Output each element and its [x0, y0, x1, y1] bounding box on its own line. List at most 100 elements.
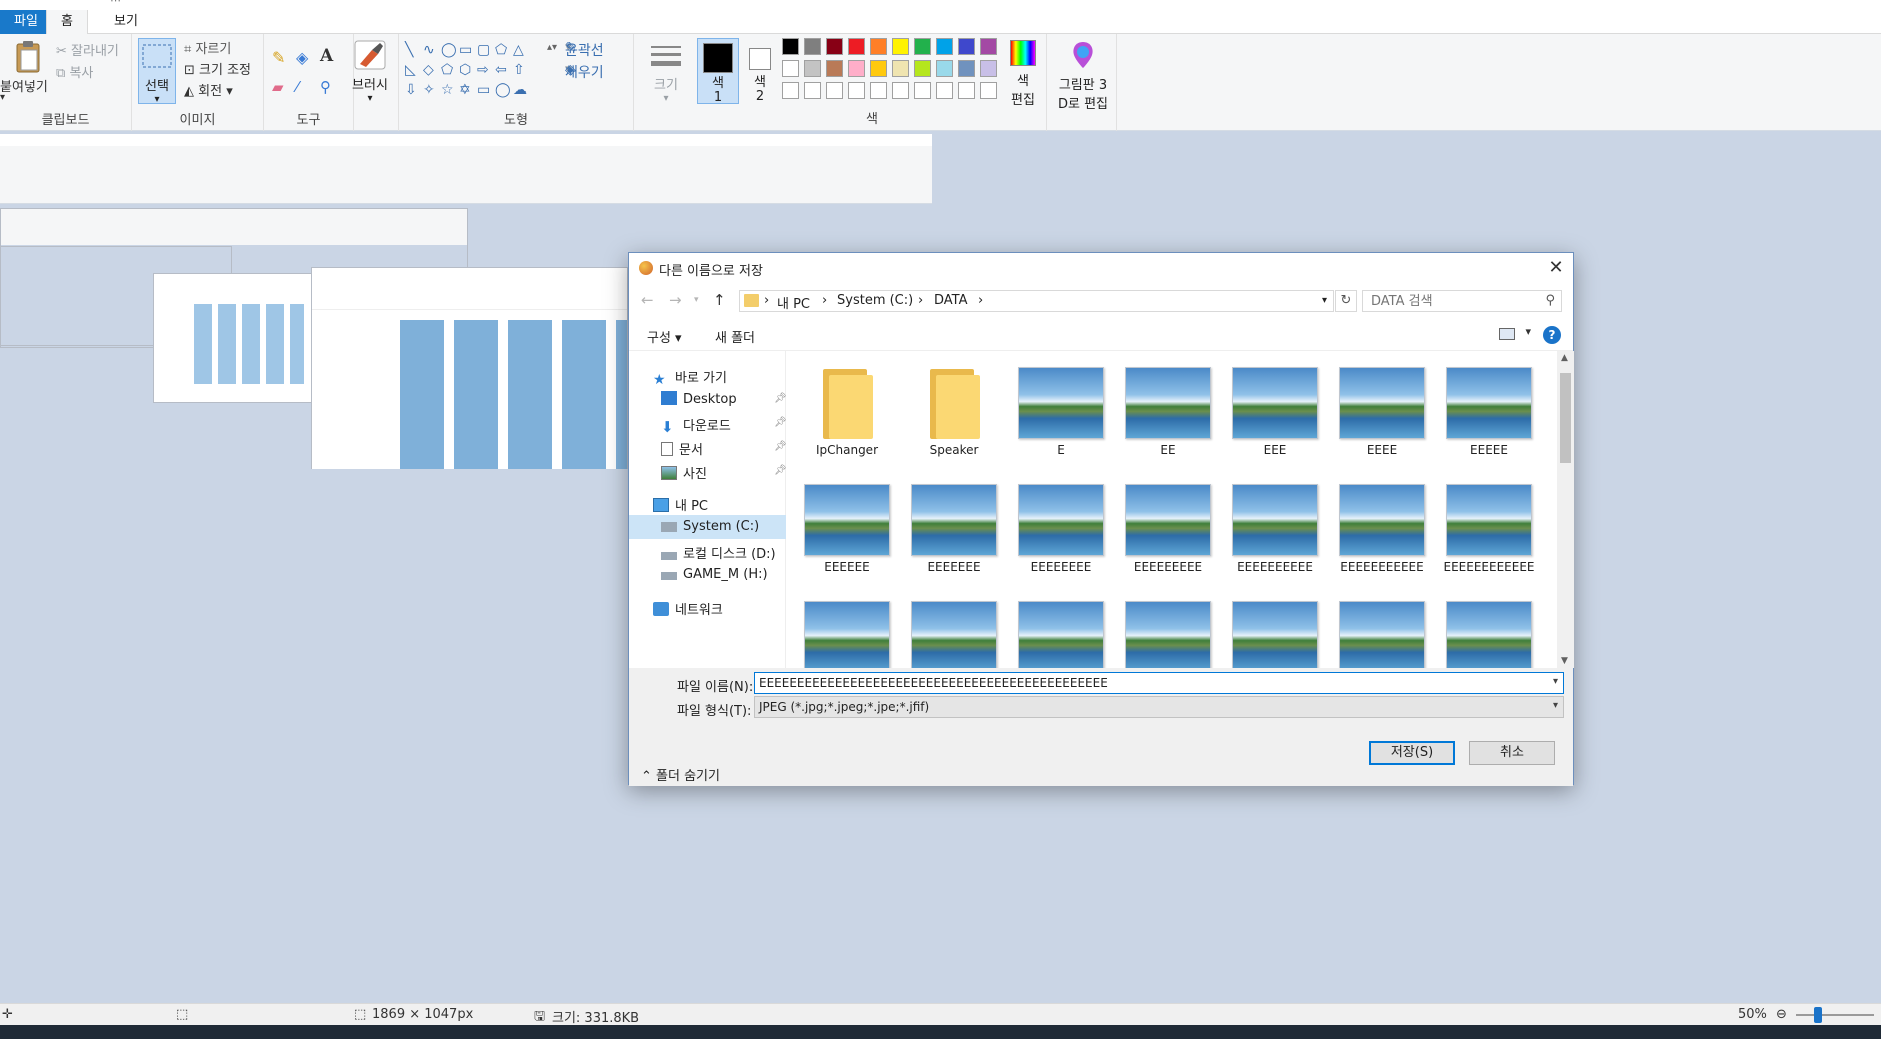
image-file-item[interactable]	[1013, 601, 1109, 668]
breadcrumb-separator-icon[interactable]: ›	[764, 293, 769, 308]
line-shape-icon[interactable]: ╲	[405, 42, 413, 58]
palette-swatch[interactable]	[782, 60, 799, 77]
filetype-select[interactable]: JPEG (*.jpg;*.jpeg;*.jpe;*.jfif) ▾	[754, 696, 1564, 718]
curve-shape-icon[interactable]: ∿	[423, 42, 435, 58]
filetype-dropdown-icon[interactable]: ▾	[1553, 700, 1558, 711]
palette-swatch[interactable]	[892, 60, 909, 77]
color-picker-icon[interactable]: ⁄	[296, 78, 299, 96]
help-button[interactable]: ?	[1543, 326, 1561, 344]
image-file-item[interactable]: EEE	[1227, 367, 1323, 457]
tab-view[interactable]: 보기	[100, 10, 152, 34]
palette-swatch[interactable]	[936, 82, 953, 99]
breadcrumb-separator-icon[interactable]: ›	[918, 293, 923, 308]
address-bar[interactable]: › 내 PC › System (C:) › DATA › ▾	[739, 290, 1334, 312]
forward-arrow-icon[interactable]: →	[669, 291, 682, 309]
organize-menu[interactable]: 구성 ▾	[647, 327, 682, 346]
cancel-button[interactable]: 취소	[1469, 741, 1555, 765]
breadcrumb-separator-icon[interactable]: ›	[822, 293, 827, 308]
outline-button[interactable]: ✎ 윤곽선 ▾	[565, 40, 604, 59]
palette-swatch[interactable]	[848, 82, 865, 99]
rectangle-shape-icon[interactable]: ▭	[459, 42, 472, 58]
scroll-up-icon[interactable]: ▲	[1561, 353, 1568, 363]
image-file-item[interactable]	[1227, 601, 1323, 668]
hexagon-shape-icon[interactable]: ⬡	[459, 62, 471, 78]
callout-oval-shape-icon[interactable]: ◯	[495, 82, 511, 98]
image-file-item[interactable]: EEEEEEEE	[1013, 484, 1109, 574]
palette-swatch[interactable]	[958, 60, 975, 77]
nav-this-pc[interactable]: 내 PC	[653, 495, 708, 514]
nav-desktop[interactable]: Desktop	[661, 391, 737, 407]
nav-system-c[interactable]: System (C:)	[629, 515, 786, 539]
pencil-icon[interactable]: ✎	[272, 48, 285, 67]
palette-swatch[interactable]	[848, 60, 865, 77]
six-star-shape-icon[interactable]: ✡	[459, 82, 471, 98]
back-arrow-icon[interactable]: ←	[641, 291, 654, 309]
select-button[interactable]: 선택 ▾	[138, 38, 176, 105]
palette-swatch[interactable]	[826, 82, 843, 99]
view-options-icon[interactable]	[1499, 328, 1515, 340]
image-file-item[interactable]: EEEEEE	[799, 484, 895, 574]
pin-icon[interactable]: 📌︎	[774, 465, 787, 476]
close-button[interactable]: ✕	[1543, 255, 1569, 281]
polygon-shape-icon[interactable]: ⬠	[495, 42, 507, 58]
folder-item[interactable]: IpChanger	[799, 367, 895, 457]
five-star-shape-icon[interactable]: ☆	[441, 82, 454, 98]
pin-icon[interactable]: 📌︎	[774, 393, 787, 404]
crop-button[interactable]: ⌗ 자르기	[184, 38, 231, 57]
scroll-down-icon[interactable]: ▼	[1561, 656, 1568, 666]
image-file-item[interactable]: EEEEEEEEEEEE	[1441, 484, 1537, 574]
address-dropdown-icon[interactable]: ▾	[1322, 295, 1327, 306]
image-file-item[interactable]: EEEEEEEEEEE	[1334, 484, 1430, 574]
nav-game-h[interactable]: GAME_M (H:)	[661, 567, 768, 582]
image-file-item[interactable]: EE	[1120, 367, 1216, 457]
image-file-item[interactable]	[1334, 601, 1430, 668]
paste-label[interactable]: 붙여넣기	[0, 76, 48, 95]
cut-button[interactable]: ✂ 잘라내기	[56, 40, 119, 59]
palette-swatch[interactable]	[936, 38, 953, 55]
palette-swatch[interactable]	[980, 60, 997, 77]
palette-swatch[interactable]	[826, 60, 843, 77]
recent-dropdown-icon[interactable]: ▾	[694, 295, 699, 305]
image-file-item[interactable]: EEEE	[1334, 367, 1430, 457]
four-star-shape-icon[interactable]: ✧	[423, 82, 435, 98]
shapes-scroll-icon[interactable]: ▴▾	[547, 42, 557, 53]
nav-downloads[interactable]: ⬇ 다운로드	[661, 415, 731, 436]
eraser-icon[interactable]: ▰	[272, 78, 284, 96]
image-file-item[interactable]: EEEEEEEEEE	[1227, 484, 1323, 574]
edit-colors-button[interactable]: 색 편집	[1006, 40, 1040, 108]
triangle-shape-icon[interactable]: △	[513, 42, 524, 58]
folder-item[interactable]: Speaker	[906, 367, 1002, 457]
palette-swatch[interactable]	[782, 38, 799, 55]
image-file-item[interactable]: E	[1013, 367, 1109, 457]
zoom-slider[interactable]	[1796, 1014, 1874, 1016]
nav-network[interactable]: 네트워크	[653, 599, 723, 618]
left-arrow-shape-icon[interactable]: ⇦	[495, 62, 507, 78]
filename-dropdown-icon[interactable]: ▾	[1553, 676, 1558, 687]
color2-button[interactable]: 색 2	[745, 38, 775, 104]
zoom-out-icon[interactable]: ⊖	[1776, 1007, 1787, 1022]
edit-in-paint3d-button[interactable]: 그림판 3 D로 편집	[1052, 40, 1114, 112]
up-arrow-shape-icon[interactable]: ⇧	[513, 62, 525, 78]
nav-documents[interactable]: 문서	[661, 439, 703, 458]
pin-icon[interactable]: 📌︎	[774, 417, 787, 428]
image-file-item[interactable]: EEEEEEEEE	[1120, 484, 1216, 574]
breadcrumb-system-c[interactable]: System (C:)	[837, 293, 913, 308]
hide-folders-toggle[interactable]: ⌃ 폴더 숨기기	[641, 765, 720, 784]
palette-swatch[interactable]	[914, 60, 931, 77]
palette-swatch[interactable]	[980, 82, 997, 99]
magnifier-icon[interactable]: ⚲	[320, 78, 331, 96]
nav-quick-access[interactable]: ★ 바로 가기	[653, 367, 727, 388]
brushes-button[interactable]: 브러시 ▾	[350, 40, 390, 104]
image-file-item[interactable]: EEEEEEE	[906, 484, 1002, 574]
refresh-button[interactable]: ↻	[1335, 290, 1357, 312]
palette-swatch[interactable]	[826, 38, 843, 55]
image-file-item[interactable]	[1441, 601, 1537, 668]
pentagon-shape-icon[interactable]: ⬠	[441, 62, 453, 78]
nav-local-disk-d[interactable]: 로컬 디스크 (D:)	[661, 543, 776, 562]
rounded-rect-shape-icon[interactable]: ▢	[477, 42, 490, 58]
view-dropdown-icon[interactable]: ▾	[1525, 325, 1531, 338]
rotate-button[interactable]: ◭ 회전 ▾	[184, 80, 233, 99]
right-arrow-shape-icon[interactable]: ⇨	[477, 62, 489, 78]
paste-button[interactable]	[6, 40, 50, 78]
breadcrumb-data[interactable]: DATA	[934, 293, 968, 308]
